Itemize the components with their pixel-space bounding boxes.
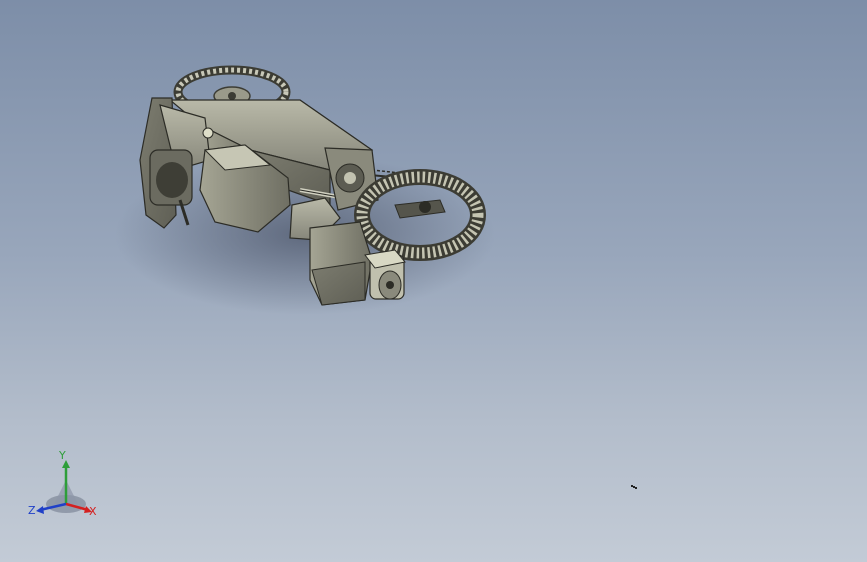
motorcycle-model[interactable] [0,0,867,562]
z-axis-label: Z [28,504,36,517]
cursor-dot-icon [631,485,637,489]
graphics-viewport[interactable]: Y X Z [0,0,867,562]
x-axis-label: X [89,505,97,518]
y-axis-label: Y [59,449,66,462]
exhaust-hub[interactable] [364,249,406,300]
view-orientation-triad[interactable]: Y X Z [26,450,102,520]
